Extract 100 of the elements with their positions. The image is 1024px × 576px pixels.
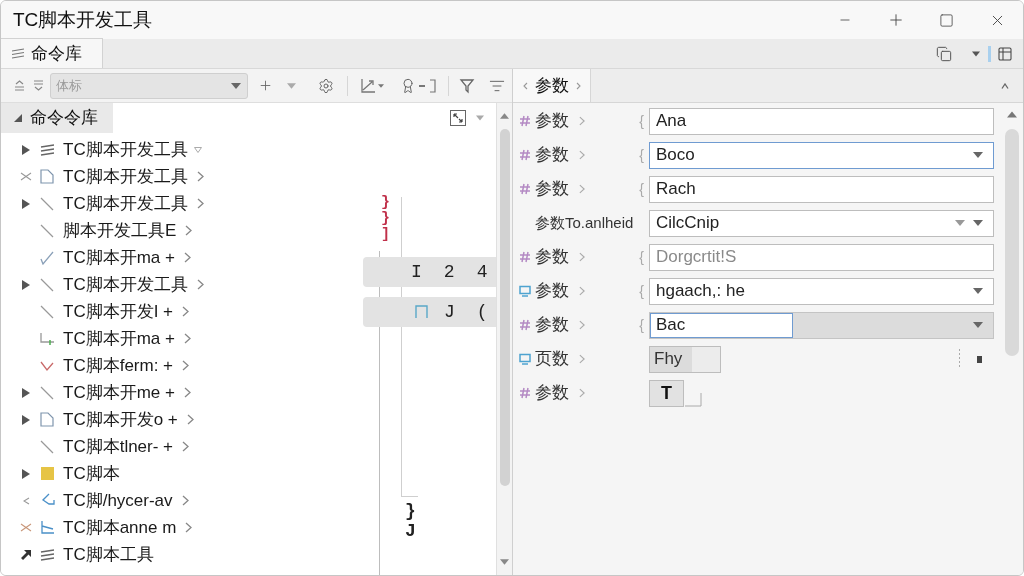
combo-box[interactable]: Bac [649, 311, 994, 339]
tree-item[interactable]: TC脚本开发I + [1, 298, 361, 325]
window-title: TC脚本开发工具 [13, 7, 153, 32]
plus-icon[interactable] [258, 78, 273, 93]
chevron-right-icon [183, 387, 191, 398]
expander-arrow-icon[interactable] [21, 414, 31, 425]
monitor-icon [519, 285, 531, 297]
expand-lines-icon[interactable] [33, 80, 44, 91]
tree-item[interactable]: TC脚本anne m [1, 514, 361, 541]
dash-icon [419, 84, 425, 87]
expander-arrow-icon[interactable] [21, 198, 31, 209]
corner-mark-icon [684, 392, 702, 407]
tree-item[interactable]: TC脚本开发工具 [1, 136, 361, 163]
tree-item[interactable]: TC脚本开ma + [1, 244, 361, 271]
brace-symbol: { [639, 315, 644, 335]
tree-item[interactable]: TC脚本tlner- + [1, 433, 361, 460]
small-block-icon [977, 355, 982, 363]
input-field[interactable]: Ana [649, 107, 994, 135]
tree-item[interactable]: TC脚本ferm: + [1, 352, 361, 379]
caret-icon[interactable] [973, 288, 983, 294]
brace-symbol: { [639, 145, 644, 165]
chevron-right-icon [182, 441, 190, 452]
chevron-right-icon [186, 414, 194, 425]
input-field[interactable]: Bac [650, 312, 793, 338]
value-field[interactable]: Fhy [649, 345, 721, 373]
brace-symbol: { [639, 281, 644, 301]
input-field[interactable]: Rach [649, 175, 994, 203]
scroll-down-icon[interactable] [500, 559, 509, 565]
funnel-icon[interactable] [459, 77, 475, 94]
hash-icon [519, 387, 531, 399]
award-icon[interactable] [400, 77, 416, 94]
dotted-line-icon [958, 349, 961, 369]
caret-icon [193, 146, 202, 153]
tree-item[interactable]: TC脚本开发o + [1, 406, 361, 433]
scrollbar[interactable] [496, 103, 512, 575]
hash-icon [519, 183, 531, 195]
lines-icon [11, 48, 25, 59]
square-icon [40, 467, 54, 480]
caret-icon[interactable] [378, 83, 384, 88]
bracket-icon [39, 331, 55, 346]
code-text: 4 [476, 260, 488, 284]
tree-item[interactable]: TC脚本开ma + [1, 325, 361, 352]
tree-item[interactable]: TC脚本 [1, 460, 361, 487]
slash-icon [40, 277, 54, 292]
gear-icon[interactable] [318, 77, 334, 94]
monitor-icon [519, 353, 531, 365]
dropdown[interactable]: Boco [649, 141, 994, 169]
table-icon[interactable] [997, 45, 1013, 62]
scrollbar-thumb[interactable] [1005, 129, 1019, 356]
code-text: } [405, 501, 417, 521]
caret-icon[interactable] [973, 322, 983, 328]
copy-icon[interactable] [936, 45, 952, 62]
dropdown[interactable]: hgaach,: he [649, 277, 994, 305]
param-label: 参数To.anlheid [535, 212, 634, 233]
expander-arrow-icon[interactable] [21, 468, 31, 479]
param-label: 参数 [535, 314, 569, 337]
expander-arrow-icon[interactable] [21, 144, 31, 155]
tree-header[interactable]: 命令令库 [1, 103, 113, 133]
scroll-up-icon[interactable] [1007, 110, 1017, 118]
hash-icon [519, 319, 531, 331]
code-text: I [411, 260, 422, 284]
search-field[interactable]: 体标 [56, 75, 231, 96]
style-button[interactable]: T [649, 379, 684, 407]
caret-icon[interactable] [972, 50, 980, 57]
collapse-lines-icon[interactable] [14, 80, 25, 91]
expander-arrow-icon[interactable] [13, 113, 23, 123]
scroll-up-icon[interactable] [500, 113, 509, 119]
caret-up-icon[interactable] [1001, 82, 1009, 89]
tree-item[interactable]: 脚本开发工具E [1, 217, 361, 244]
scrollbar-thumb[interactable] [499, 129, 510, 486]
open-box-icon [415, 305, 428, 319]
expander-arrow-icon[interactable] [21, 387, 31, 398]
caret-icon[interactable] [231, 82, 241, 89]
search-combobox[interactable]: 体标 [50, 72, 248, 99]
chart-axes-icon[interactable] [360, 77, 376, 94]
chevron-right-icon [183, 333, 191, 344]
slash-icon [40, 223, 54, 238]
dropdown[interactable]: CilcCnip [649, 209, 994, 237]
tab[interactable]: 命令库 [1, 38, 103, 68]
code-text: ( [476, 300, 488, 324]
brace-symbol: { [639, 179, 644, 199]
expander-arrow-icon[interactable] [21, 279, 31, 290]
maximize-icon [939, 12, 954, 28]
param-label: 参数 [535, 178, 569, 201]
tree-item[interactable]: TC脚/hycer-av [1, 487, 361, 514]
caret-icon[interactable] [973, 152, 983, 158]
slash-icon [40, 304, 54, 319]
brace-symbol: { [639, 111, 644, 131]
hash-icon [519, 149, 531, 161]
tree-item[interactable]: TC脚本工具 [1, 541, 361, 568]
expand-box-icon[interactable] [450, 110, 466, 126]
chevron-right-icon [183, 252, 191, 263]
input-field[interactable]: Dorgcrtit!S [649, 243, 994, 271]
tree-item[interactable]: TC脚本开发工具 [1, 271, 361, 298]
tree-item[interactable]: TC脚本开发工具 [1, 190, 361, 217]
tree-item[interactable]: TC脚本开me + [1, 379, 361, 406]
chevron-right-icon [182, 360, 190, 371]
tree-item[interactable]: TC脚本开发工具 [1, 163, 361, 190]
chevron-right-icon [196, 279, 204, 290]
tab[interactable]: 参数 [513, 69, 591, 102]
